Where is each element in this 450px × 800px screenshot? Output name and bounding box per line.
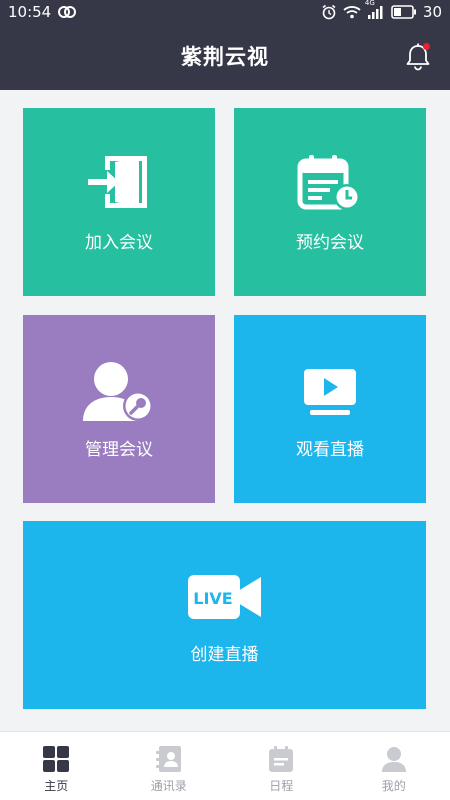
tab-me[interactable]: 我的 (338, 732, 450, 800)
contacts-book-icon (155, 746, 182, 776)
calendar-icon (269, 746, 294, 776)
live-icon-text: LIVE (193, 589, 232, 608)
calendar-clock-icon (297, 154, 363, 216)
status-time: 10:54 (8, 3, 52, 21)
bottom-tab-bar: 主页 通讯录 日程 我的 (0, 731, 450, 800)
network-type-label: 4G (364, 0, 375, 7)
enter-door-icon (87, 154, 151, 214)
tab-home-label: 主页 (44, 779, 69, 793)
notification-button[interactable] (404, 42, 432, 72)
create-live-label: 创建直播 (190, 645, 259, 665)
tab-home[interactable]: 主页 (0, 732, 113, 800)
manage-meeting-tile[interactable]: 管理会议 (23, 315, 215, 503)
live-camera-icon: LIVE (187, 573, 263, 625)
join-meeting-label: 加入会议 (85, 233, 153, 253)
tab-contacts[interactable]: 通讯录 (113, 732, 226, 800)
tab-schedule-label: 日程 (269, 779, 294, 793)
app-header: 紫荆云视 (0, 24, 450, 90)
watch-live-label: 观看直播 (296, 440, 364, 460)
manage-meeting-label: 管理会议 (85, 440, 153, 460)
user-profile-icon (381, 746, 406, 776)
wifi-icon (343, 5, 361, 19)
watch-live-tile[interactable]: 观看直播 (234, 315, 426, 503)
schedule-meeting-label: 预约会议 (296, 233, 364, 253)
play-screen-icon (302, 367, 358, 421)
home-grid-icon (43, 746, 70, 776)
schedule-meeting-tile[interactable]: 预约会议 (234, 108, 426, 296)
status-bar: 10:54 4G 30 (0, 0, 450, 24)
tab-contacts-label: 通讯录 (150, 779, 187, 793)
create-live-tile[interactable]: LIVE 创建直播 (23, 521, 426, 709)
alarm-icon (321, 4, 337, 20)
notification-badge (423, 43, 430, 50)
battery-level: 30 (422, 3, 442, 21)
tab-schedule[interactable]: 日程 (225, 732, 338, 800)
join-meeting-tile[interactable]: 加入会议 (23, 108, 215, 296)
host-microphone-icon (83, 359, 155, 427)
cell-signal-icon: 4G (365, 0, 385, 19)
link-status-icon (57, 5, 77, 19)
app-title: 紫荆云视 (181, 45, 269, 69)
tab-me-label: 我的 (381, 779, 406, 793)
battery-icon (391, 5, 417, 19)
